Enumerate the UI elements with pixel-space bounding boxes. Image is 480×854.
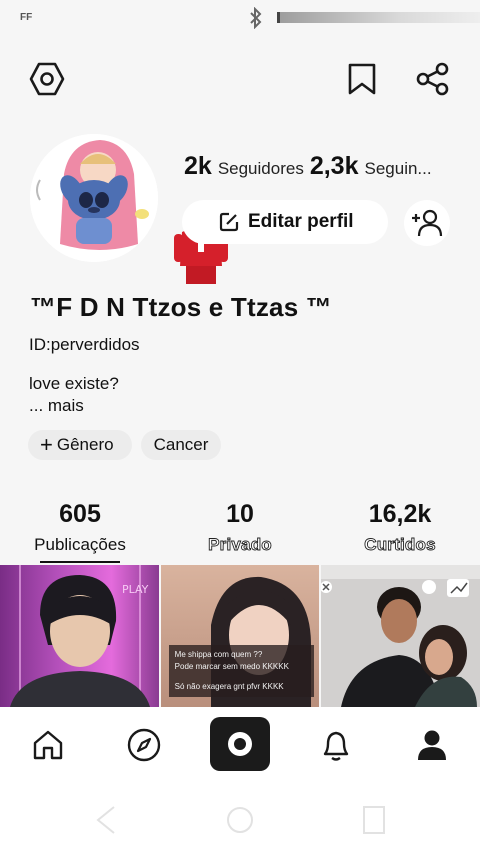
caption-line: Me shippa com quem ??	[174, 650, 263, 659]
edit-icon	[219, 212, 239, 232]
likes-label: Curtidos	[364, 535, 436, 555]
hexagon-settings-icon	[29, 62, 65, 96]
tab-likes[interactable]: 16,2k Curtidos	[320, 500, 480, 555]
battery-indicator	[277, 12, 480, 23]
following-label[interactable]: Seguin...	[365, 159, 432, 179]
followers-count[interactable]: 2k	[184, 152, 212, 181]
profile-bio: love existe? ... mais	[29, 373, 119, 417]
private-label: Privado	[208, 535, 272, 555]
post-thumbnail[interactable]: Me shippa com quem ?? Pode marcar sem me…	[160, 565, 320, 707]
home-circle-icon[interactable]	[226, 805, 254, 835]
bio-more-link[interactable]: ... mais	[29, 395, 119, 417]
caption-line: Pode marcar sem medo KKKKK	[174, 662, 289, 671]
settings-button[interactable]	[28, 60, 66, 98]
active-tab-indicator	[40, 561, 120, 563]
watermark-text: PLAY	[122, 583, 149, 596]
bio-text: love existe?	[29, 374, 119, 393]
compass-icon	[127, 728, 161, 762]
zodiac-chip[interactable]: Cancer	[141, 430, 221, 460]
avatar-illustration	[30, 134, 158, 262]
post-image	[321, 565, 480, 707]
tab-private[interactable]: 10 Privado	[160, 500, 320, 555]
system-navigation-bar	[0, 783, 480, 854]
post-thumbnail[interactable]	[321, 565, 480, 707]
edit-profile-button[interactable]: Editar perfil	[182, 200, 388, 244]
share-button[interactable]	[414, 60, 452, 98]
zodiac-chip-label: Cancer	[153, 435, 209, 454]
plus-icon: +	[40, 432, 53, 457]
publications-label: Publicações	[34, 535, 126, 554]
post-caption-overlay: Me shippa com quem ?? Pode marcar sem me…	[168, 645, 314, 697]
bookmark-button[interactable]	[345, 60, 379, 98]
private-count: 10	[226, 500, 254, 528]
following-count[interactable]: 2,3k	[310, 152, 359, 181]
add-friend-button[interactable]	[404, 200, 450, 246]
follow-stats: 2k Seguidores 2,3k Seguin...	[184, 152, 438, 181]
status-app-tag: FF	[20, 12, 33, 23]
add-friend-icon	[412, 209, 443, 237]
back-icon[interactable]	[94, 805, 118, 835]
nav-profile-button[interactable]	[412, 725, 452, 765]
publications-count: 605	[59, 500, 101, 528]
bottom-navigation	[0, 707, 480, 783]
edit-profile-label: Editar perfil	[248, 211, 354, 232]
bell-icon	[323, 731, 349, 761]
followers-label[interactable]: Seguidores	[218, 159, 304, 179]
share-icon	[416, 62, 449, 96]
nav-camera-button[interactable]	[210, 717, 270, 771]
tab-publications[interactable]: 605 Publicações	[0, 500, 160, 555]
post-grid: PLAY Me shippa com quem ?? Pode marcar s…	[0, 565, 480, 707]
status-bar: FF	[0, 0, 480, 36]
nav-explore-button[interactable]	[124, 725, 164, 765]
nav-notifications-button[interactable]	[316, 725, 356, 765]
caption-line: Só não exagera gnt pfvr KKKK	[174, 682, 284, 691]
nav-home-button[interactable]	[28, 725, 68, 765]
bluetooth-icon	[250, 7, 262, 29]
camera-icon	[228, 732, 252, 756]
post-thumbnail[interactable]: PLAY	[0, 565, 159, 707]
home-icon	[33, 730, 63, 760]
profile-name: ™F D N Ttzos e Ttzas ™	[30, 292, 332, 322]
profile-id: ID:perverdidos	[29, 335, 140, 354]
post-image: PLAY	[10, 565, 150, 707]
person-icon	[418, 730, 446, 760]
bookmark-icon	[348, 63, 376, 95]
gender-chip-label: Gênero	[56, 435, 114, 454]
gender-chip[interactable]: + Gênero	[28, 430, 132, 460]
profile-avatar[interactable]	[30, 134, 158, 262]
likes-count: 16,2k	[368, 500, 432, 528]
recent-apps-icon[interactable]	[362, 805, 386, 835]
